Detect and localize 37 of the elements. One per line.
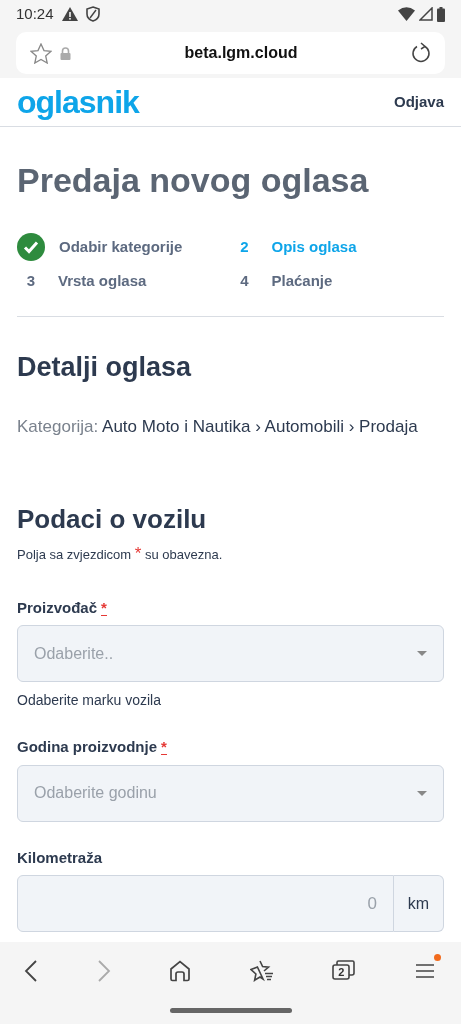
page-title: Predaja novog oglasa bbox=[17, 160, 370, 201]
signal-icon bbox=[419, 7, 433, 21]
tabs-button[interactable]: 2 bbox=[328, 955, 361, 985]
back-icon[interactable] bbox=[24, 959, 38, 982]
help-text: Odaberite marku vozila bbox=[17, 691, 162, 711]
reload-icon[interactable] bbox=[411, 42, 431, 64]
url-text: beta.lgm.cloud bbox=[183, 43, 299, 63]
step-item[interactable]: 2 Opis oglasa bbox=[230, 232, 444, 261]
warning-icon bbox=[61, 7, 78, 21]
field-label: Godina proizvodnje bbox=[17, 737, 157, 758]
battery-icon bbox=[437, 6, 445, 22]
unit-label: km bbox=[394, 875, 444, 933]
required-mark: * bbox=[161, 739, 167, 756]
step-item[interactable]: 4 Plaćanje bbox=[230, 269, 444, 293]
star-icon[interactable] bbox=[30, 42, 52, 64]
shield-icon bbox=[85, 6, 100, 22]
wifi-icon bbox=[398, 7, 415, 21]
step-item[interactable]: Odabir kategorije bbox=[17, 232, 231, 261]
step-number: 2 bbox=[239, 236, 250, 257]
field-label: Proizvođač bbox=[17, 597, 98, 618]
required-mark: * bbox=[101, 599, 107, 616]
logout-link[interactable]: Odjava bbox=[393, 90, 444, 114]
caret-icon bbox=[417, 651, 427, 657]
category-path: Kategorija: Auto Moto i Nautika › Automobili › Prodaja bbox=[17, 415, 419, 438]
address-bar[interactable]: beta.lgm.cloud bbox=[16, 32, 445, 74]
number-field[interactable]: 0 bbox=[17, 875, 394, 933]
form-title: Podaci o vozilu bbox=[17, 504, 208, 536]
field-label: Kilometraža bbox=[17, 847, 103, 868]
step-number: 3 bbox=[25, 270, 37, 291]
step-item[interactable]: 3 Vrsta oglasa bbox=[17, 269, 231, 293]
clock: 10:24 bbox=[16, 3, 54, 24]
lock-icon bbox=[60, 46, 71, 60]
required-note: Polja sa zvjezdicom * su obavezna. bbox=[17, 543, 224, 566]
section-title: Detalji oglasa bbox=[17, 351, 193, 384]
logo[interactable]: oglasnik bbox=[17, 78, 139, 126]
step-number: 4 bbox=[239, 270, 250, 291]
caret-icon bbox=[417, 790, 427, 796]
